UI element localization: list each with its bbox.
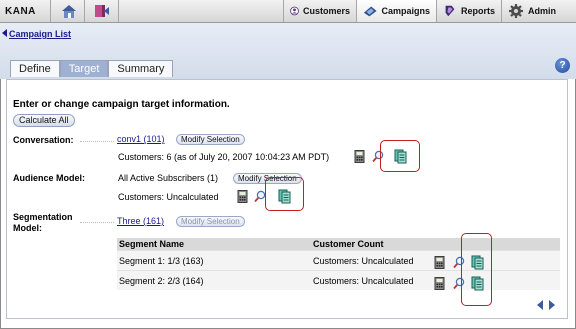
export-list-icon[interactable] — [394, 149, 407, 164]
segmentation-model-link[interactable]: Three (161) — [117, 216, 164, 226]
instruction-text: Enter or change campaign target informat… — [13, 99, 230, 110]
back-arrow-icon — [2, 29, 7, 37]
audience-model-value: All Active Subscribers (1) — [118, 173, 219, 183]
customers-icon — [290, 6, 299, 16]
conversation-customer-count: Customers: 6 (as of July 20, 2007 10:04:… — [118, 152, 330, 162]
nav-tab-label: Campaigns — [381, 6, 430, 16]
calculator-icon[interactable] — [434, 256, 446, 269]
home-icon[interactable] — [60, 3, 78, 19]
audience-model-label: Audience Model: — [13, 173, 86, 183]
segment-name-cell: Segment 1: 1/3 (163) — [119, 256, 204, 266]
conversation-label: Conversation: — [13, 135, 74, 145]
nav-tab-customers[interactable]: Customers — [283, 0, 356, 22]
calculator-icon[interactable] — [434, 277, 446, 290]
nav-tab-reports[interactable]: Reports — [436, 0, 501, 22]
breadcrumb-label: Campaign List — [9, 29, 72, 39]
next-page-arrow-icon[interactable] — [549, 300, 555, 310]
segment-table: Segment Name Customer Count Segment 1: 1… — [117, 238, 560, 290]
divider — [80, 141, 114, 142]
column-header-segment-name: Segment Name — [119, 239, 185, 249]
page-tabs: Define Target Summary — [10, 60, 174, 77]
nav-tab-campaigns[interactable]: Campaigns — [356, 0, 436, 22]
table-header: Segment Name Customer Count — [117, 238, 560, 250]
nav-tab-label: Reports — [460, 6, 495, 16]
nav-tab-label: Admin — [528, 6, 556, 16]
calculator-icon[interactable] — [354, 150, 366, 163]
segmentation-model-label-line2: Model: — [13, 223, 42, 233]
audience-customer-count: Customers: Uncalculated — [118, 192, 219, 202]
toolbar-divider — [118, 0, 119, 22]
modify-conversation-button[interactable]: Modify Selection — [176, 134, 245, 145]
nav-tab-admin[interactable]: Admin — [501, 0, 576, 22]
help-icon[interactable]: ? — [555, 58, 570, 73]
segmentation-model-label-line1: Segmentation — [13, 212, 73, 222]
modify-segmentation-button[interactable]: Modify Selection — [176, 216, 245, 227]
toolbar-divider — [50, 0, 51, 22]
calculator-icon[interactable] — [237, 190, 249, 203]
tab-summary[interactable]: Summary — [108, 60, 174, 77]
divider — [80, 222, 114, 223]
gear-icon — [509, 4, 523, 18]
logout-icon[interactable] — [93, 3, 111, 19]
breadcrumb-campaign-list[interactable]: Campaign List — [2, 29, 71, 39]
tab-target[interactable]: Target — [59, 60, 109, 77]
previous-page-arrow-icon[interactable] — [537, 300, 543, 310]
highlight-callout — [461, 233, 492, 306]
table-row: Segment 2: 2/3 (164) Customers: Uncalcul… — [117, 270, 560, 290]
segment-name-cell: Segment 2: 2/3 (164) — [119, 276, 204, 286]
nav-tab-label: Customers — [302, 6, 350, 16]
column-header-customer-count: Customer Count — [313, 239, 384, 249]
conversation-link[interactable]: conv1 (101) — [117, 134, 165, 144]
kana-logo: KANA — [5, 6, 36, 17]
table-row: Segment 1: 1/3 (163) Customers: Uncalcul… — [117, 250, 560, 270]
tab-define[interactable]: Define — [10, 60, 60, 77]
calculate-all-button[interactable]: Calculate All — [13, 114, 75, 127]
toolbar-divider — [84, 0, 85, 22]
campaigns-icon — [363, 6, 377, 17]
top-nav-bar: KANA Customers Campaigns Reports Admin — [0, 0, 576, 23]
export-list-icon[interactable] — [278, 189, 291, 204]
reports-icon — [445, 5, 455, 17]
